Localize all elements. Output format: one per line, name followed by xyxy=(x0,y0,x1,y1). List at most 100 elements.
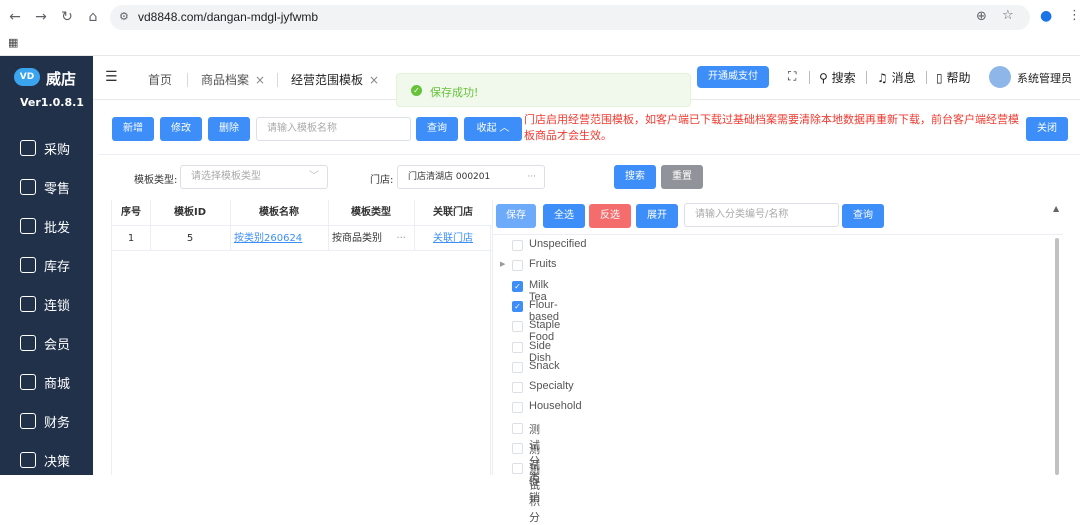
tab-product-archive[interactable]: 商品档案 × xyxy=(201,67,265,93)
cell-store[interactable]: 关联门店 xyxy=(414,227,492,251)
close-icon[interactable]: × xyxy=(255,73,265,87)
column-header: 模板ID xyxy=(150,200,230,226)
open-pay-button[interactable]: 开通威支付 xyxy=(697,66,769,88)
header-search[interactable]: ⚲ 搜索 xyxy=(819,69,856,86)
more-icon[interactable]: ··· xyxy=(396,227,406,251)
invert-selection-button[interactable]: 反选 xyxy=(589,204,631,228)
tree-node-label: 测试积分 xyxy=(529,464,540,525)
reload-icon[interactable]: ↻ xyxy=(58,8,76,26)
divider xyxy=(414,200,415,251)
reset-button[interactable]: 重置 xyxy=(661,165,703,189)
divider xyxy=(809,71,810,84)
sidebar-item-label: 连锁 xyxy=(44,298,71,313)
checkbox[interactable]: ✓ xyxy=(512,300,523,312)
edit-button[interactable]: 修改 xyxy=(160,117,202,141)
menu-item-icon xyxy=(20,218,36,234)
profile-icon[interactable]: ● xyxy=(1040,8,1052,24)
add-button[interactable]: 新增 xyxy=(112,117,154,141)
divider xyxy=(493,234,1063,235)
template-type-select[interactable]: 请选择模板类型 ﹀ xyxy=(180,165,328,189)
scroll-up-icon[interactable]: ▲ xyxy=(1053,204,1059,213)
category-query-button[interactable]: 查询 xyxy=(842,204,884,228)
cell-index: 1 xyxy=(112,227,150,251)
sidebar-item[interactable]: 财务 xyxy=(0,405,93,437)
sidebar-item[interactable]: 会员 xyxy=(0,327,93,359)
menu-icon[interactable]: ⋮ xyxy=(1068,8,1080,23)
checkbox[interactable] xyxy=(512,260,523,272)
tab-business-scope-template[interactable]: 经营范围模板 × xyxy=(291,67,379,93)
checkbox[interactable] xyxy=(512,321,523,333)
type-value: 按商品类别 xyxy=(332,233,382,244)
expand-button[interactable]: 展开 xyxy=(636,204,678,228)
cell-id: 5 xyxy=(150,227,230,251)
divider xyxy=(926,71,927,84)
sidebar-item[interactable]: 零售 xyxy=(0,171,93,203)
category-search-input[interactable]: 请输入分类编号/名称 xyxy=(684,203,839,227)
select-placeholder: 请选择模板类型 xyxy=(191,171,261,182)
avatar[interactable] xyxy=(989,66,1011,88)
tree-node-label: Specialty xyxy=(529,380,574,393)
divider xyxy=(230,200,231,251)
search-button[interactable]: 搜索 xyxy=(614,165,656,189)
save-button[interactable]: 保存 xyxy=(496,204,536,228)
checkbox[interactable]: ✓ xyxy=(512,280,523,292)
sidebar-item[interactable]: 连锁 xyxy=(0,288,93,320)
apps-icon[interactable]: ▦ xyxy=(8,36,18,49)
checkbox[interactable] xyxy=(512,422,523,434)
forward-icon[interactable]: → xyxy=(32,8,50,26)
collapse-button[interactable]: 收起 ︿ xyxy=(464,117,522,141)
delete-button[interactable]: 删除 xyxy=(208,117,250,141)
checkbox[interactable] xyxy=(512,240,523,251)
scrollbar[interactable] xyxy=(1055,238,1059,475)
tree-node-label: Snack xyxy=(529,359,560,372)
address-bar[interactable]: ⚙ vd8848.com/dangan-mdgl-jyfwmb ⊕ ☆ xyxy=(110,5,1030,30)
checkbox[interactable] xyxy=(512,443,523,454)
fullscreen-icon[interactable]: ⛶ xyxy=(788,69,796,84)
checkbox[interactable] xyxy=(512,402,523,414)
cell-type: 按商品类别 ··· xyxy=(328,227,414,251)
category-tree-panel: 保存 全选 反选 展开 请输入分类编号/名称 查询 Unspecified ▶ Fr… xyxy=(492,200,1063,524)
header-messages[interactable]: ♫ 消息 xyxy=(877,69,916,86)
tab-home[interactable]: 首页 xyxy=(148,67,172,93)
chevron-down-icon: ﹀ xyxy=(309,171,319,182)
template-name-link[interactable]: 按类别260624 xyxy=(234,233,302,244)
sidebar-item[interactable]: 库存 xyxy=(0,249,93,281)
site-info-icon[interactable]: ⚙ xyxy=(119,10,129,23)
menu-item-icon xyxy=(20,140,36,156)
tree-node-label: Fruits xyxy=(529,258,557,271)
checkbox[interactable] xyxy=(512,382,523,394)
close-button[interactable]: 关闭 xyxy=(1026,117,1068,141)
toast-text: 保存成功! xyxy=(430,86,479,99)
home-icon[interactable]: ⌂ xyxy=(84,8,102,26)
book-icon: ▯ xyxy=(936,71,943,85)
select-all-button[interactable]: 全选 xyxy=(543,204,585,228)
search-label: 搜索 xyxy=(831,71,856,85)
tab-label: 经营范围模板 xyxy=(291,73,364,87)
app-sidebar: VD 威店 Ver1.0.8.1 采购 零售 批发 库存 连锁 会员 商城 财务 决策 xyxy=(0,56,93,475)
user-name[interactable]: 系统管理员 xyxy=(1017,70,1072,86)
cell-name[interactable]: 按类别260624 xyxy=(230,227,328,251)
sidebar-item[interactable]: 批发 xyxy=(0,210,93,242)
sidebar-item[interactable]: 采购 xyxy=(0,132,93,164)
header-help[interactable]: ▯ 帮助 xyxy=(936,69,970,86)
sidebar-item[interactable]: 商城 xyxy=(0,366,93,398)
close-icon[interactable]: × xyxy=(369,73,379,87)
chevron-up-icon: ︿ xyxy=(499,123,510,134)
store-select[interactable]: 门店清湖店 000201 ··· xyxy=(397,165,545,189)
back-icon[interactable]: ← xyxy=(6,8,24,26)
checkbox[interactable] xyxy=(512,341,523,353)
sidebar-item[interactable]: 决策 xyxy=(0,444,93,476)
checkbox[interactable] xyxy=(512,463,523,475)
template-name-input[interactable]: 请输入模板名称 xyxy=(256,117,411,141)
bookmark-star-icon[interactable]: ☆ xyxy=(1002,8,1014,23)
checkbox[interactable] xyxy=(512,361,523,373)
query-button[interactable]: 查询 xyxy=(416,117,458,141)
messages-label: 消息 xyxy=(891,71,916,85)
zoom-icon[interactable]: ⊕ xyxy=(976,9,987,24)
expand-arrow-icon[interactable]: ▶ xyxy=(500,260,505,268)
store-link[interactable]: 关联门店 xyxy=(433,233,473,244)
collapse-label: 收起 xyxy=(476,123,497,134)
menu-item-icon xyxy=(20,413,36,429)
menu-toggle-icon[interactable]: ☰ xyxy=(105,69,118,85)
search-icon: ⚲ xyxy=(819,71,828,85)
